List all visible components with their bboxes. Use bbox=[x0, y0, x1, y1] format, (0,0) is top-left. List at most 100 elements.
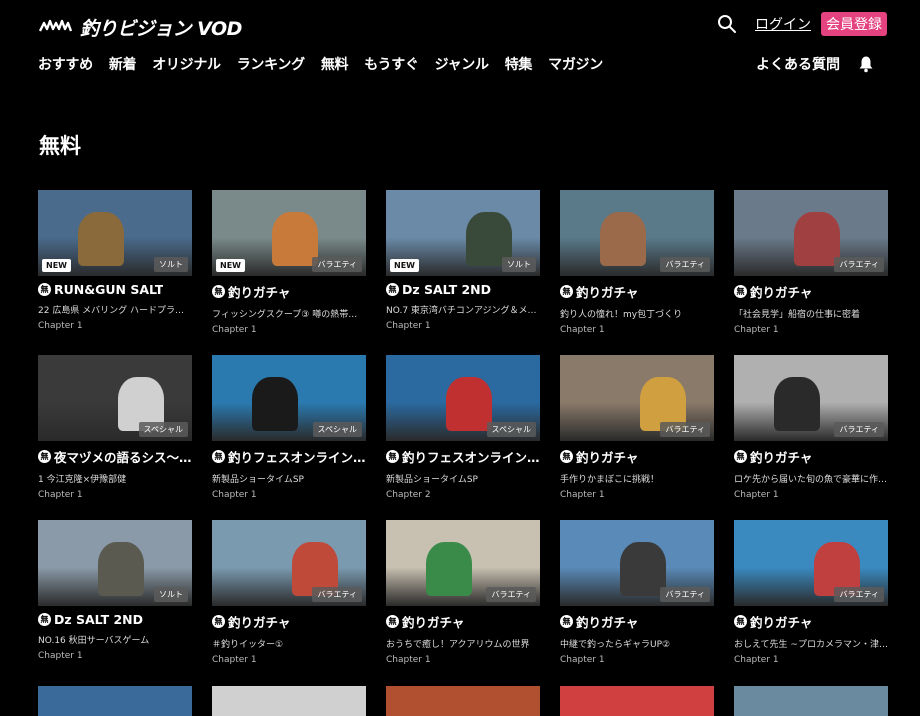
nav-item-genre[interactable]: ジャンル bbox=[435, 54, 489, 74]
genre-badge: バラエティ bbox=[312, 587, 362, 602]
thumbnail-figure bbox=[426, 542, 472, 596]
video-thumbnail[interactable]: バラエティ bbox=[560, 190, 714, 276]
video-card[interactable]: スペシャル 無 釣りフェスオンライン… 新製品ショータイムSP Chapter … bbox=[212, 355, 366, 520]
card-title[interactable]: 釣りガチャ bbox=[576, 282, 638, 301]
genre-badge: バラエティ bbox=[834, 422, 884, 437]
video-thumbnail[interactable]: バラエティ bbox=[212, 520, 366, 606]
free-icon: 無 bbox=[560, 615, 573, 628]
video-card-partial[interactable] bbox=[734, 686, 888, 716]
card-title[interactable]: Dz SALT 2ND bbox=[402, 282, 491, 297]
nav-item-original[interactable]: オリジナル bbox=[152, 54, 221, 74]
video-thumbnail[interactable]: スペシャル bbox=[386, 355, 540, 441]
card-title[interactable]: 釣りガチャ bbox=[228, 612, 290, 631]
card-title[interactable]: 釣りガチャ bbox=[576, 612, 638, 631]
video-thumbnail[interactable]: バラエティ bbox=[734, 355, 888, 441]
video-thumbnail[interactable]: ソルト bbox=[38, 520, 192, 606]
video-card[interactable]: NEW バラエティ 無 釣りガチャ フィッシングスクープ③ 噂の熱帯魚… Cha… bbox=[212, 190, 366, 355]
video-card[interactable]: バラエティ 無 釣りガチャ おしえて先生 ~プロカメラマン・津… Chapter… bbox=[734, 520, 888, 685]
video-card-partial[interactable] bbox=[560, 686, 714, 716]
card-title[interactable]: 夜マヅメの語るシス〜… bbox=[54, 447, 192, 466]
logo-text: 釣りビジョン VOD bbox=[80, 17, 242, 40]
card-chapter: Chapter 1 bbox=[38, 490, 83, 500]
genre-badge: バラエティ bbox=[660, 257, 710, 272]
login-link[interactable]: ログイン bbox=[755, 14, 811, 34]
thumbnail-figure bbox=[620, 542, 666, 596]
video-thumbnail[interactable]: スペシャル bbox=[212, 355, 366, 441]
card-title[interactable]: 釣りガチャ bbox=[750, 447, 812, 466]
card-title[interactable]: 釣りガチャ bbox=[750, 282, 812, 301]
card-subtitle: 中継で釣ったらギャラUP② bbox=[560, 640, 671, 650]
nav-item-magazine[interactable]: マガジン bbox=[548, 54, 603, 74]
card-title-row: 無 釣りガチャ bbox=[734, 282, 888, 301]
card-title[interactable]: 釣りガチャ bbox=[402, 612, 464, 631]
thumbnail-figure bbox=[774, 377, 820, 431]
video-card[interactable]: バラエティ 無 釣りガチャ おうちで癒し！アクアリウムの世界 Chapter 1 bbox=[386, 520, 540, 685]
video-card[interactable]: バラエティ 無 釣りガチャ 中継で釣ったらギャラUP② Chapter 1 bbox=[560, 520, 714, 685]
video-card[interactable]: バラエティ 無 釣りガチャ 釣り人の憧れ！my包丁づくり Chapter 1 bbox=[560, 190, 714, 355]
genre-badge: バラエティ bbox=[660, 587, 710, 602]
card-title-row: 無 釣りガチャ bbox=[560, 447, 714, 466]
card-title[interactable]: 釣りフェスオンライン… bbox=[402, 447, 540, 466]
card-title[interactable]: Dz SALT 2ND bbox=[54, 612, 143, 627]
video-thumbnail[interactable]: NEW ソルト bbox=[38, 190, 192, 276]
video-card[interactable]: スペシャル 無 夜マヅメの語るシス〜… 1 今江克隆×伊豫部健 Chapter … bbox=[38, 355, 192, 520]
card-title-row: 無 釣りガチャ bbox=[734, 447, 888, 466]
video-card[interactable]: バラエティ 無 釣りガチャ ロケ先から届いた旬の魚で豪華に作… Chapter … bbox=[734, 355, 888, 520]
free-icon: 無 bbox=[386, 283, 399, 296]
card-title[interactable]: 釣りガチャ bbox=[228, 282, 290, 301]
nav-item-recommended[interactable]: おすすめ bbox=[38, 54, 93, 74]
video-thumbnail[interactable]: NEW ソルト bbox=[386, 190, 540, 276]
free-icon: 無 bbox=[212, 450, 225, 463]
video-thumbnail[interactable]: バラエティ bbox=[560, 355, 714, 441]
card-title[interactable]: 釣りフェスオンライン… bbox=[228, 447, 366, 466]
genre-badge: スペシャル bbox=[486, 422, 536, 437]
nav-item-coming-soon[interactable]: もうすぐ bbox=[364, 54, 419, 74]
card-title-row: 無 釣りガチャ bbox=[212, 612, 366, 631]
video-thumbnail[interactable]: スペシャル bbox=[38, 355, 192, 441]
card-chapter: Chapter 2 bbox=[386, 490, 431, 500]
card-subtitle: 1 今江克隆×伊豫部健 bbox=[38, 475, 127, 485]
video-thumbnail[interactable]: バラエティ bbox=[734, 190, 888, 276]
video-card-partial[interactable] bbox=[212, 686, 366, 716]
video-card[interactable]: バラエティ 無 釣りガチャ 「社会見学」船宿の仕事に密着 Chapter 1 bbox=[734, 190, 888, 355]
logo[interactable]: 釣りビジョン VOD bbox=[38, 14, 242, 40]
video-thumbnail[interactable]: バラエティ bbox=[560, 520, 714, 606]
card-subtitle: 22 広島県 メバリング ハードプラ… bbox=[38, 306, 185, 316]
free-icon: 無 bbox=[386, 615, 399, 628]
bell-icon[interactable] bbox=[858, 55, 874, 73]
video-card[interactable]: スペシャル 無 釣りフェスオンライン… 新製品ショータイムSP Chapter … bbox=[386, 355, 540, 520]
video-card[interactable]: ソルト 無 Dz SALT 2ND NO.16 秋田サーバスゲーム Chapte… bbox=[38, 520, 192, 685]
card-chapter: Chapter 1 bbox=[734, 655, 779, 665]
card-title[interactable]: 釣りガチャ bbox=[750, 612, 812, 631]
card-subtitle: フィッシングスクープ③ 噂の熱帯魚… bbox=[212, 310, 366, 320]
video-card[interactable]: NEW ソルト 無 RUN&GUN SALT 22 広島県 メバリング ハードプ… bbox=[38, 190, 192, 355]
genre-badge: ソルト bbox=[502, 257, 536, 272]
nav-item-free[interactable]: 無料 bbox=[321, 54, 349, 74]
free-icon: 無 bbox=[38, 450, 51, 463]
video-card[interactable]: NEW ソルト 無 Dz SALT 2ND NO.7 東京湾バチコンアジング＆メ… bbox=[386, 190, 540, 355]
nav-item-ranking[interactable]: ランキング bbox=[237, 54, 305, 74]
video-thumbnail[interactable]: バラエティ bbox=[386, 520, 540, 606]
card-chapter: Chapter 1 bbox=[38, 321, 83, 331]
video-thumbnail[interactable]: NEW バラエティ bbox=[212, 190, 366, 276]
video-thumbnail[interactable]: バラエティ bbox=[734, 520, 888, 606]
signup-button[interactable]: 会員登録 bbox=[821, 12, 887, 36]
header-actions: ログイン 会員登録 bbox=[717, 12, 887, 36]
video-card[interactable]: バラエティ 無 釣りガチャ 手作りかまぼこに挑戦！ Chapter 1 bbox=[560, 355, 714, 520]
search-icon[interactable] bbox=[717, 14, 737, 34]
faq-link[interactable]: よくある質問 bbox=[756, 54, 840, 74]
nav-item-feature[interactable]: 特集 bbox=[505, 54, 533, 74]
card-chapter: Chapter 1 bbox=[560, 490, 605, 500]
free-icon: 無 bbox=[212, 615, 225, 628]
card-subtitle: ロケ先から届いた旬の魚で豪華に作… bbox=[734, 475, 888, 485]
video-card-partial[interactable] bbox=[386, 686, 540, 716]
video-card[interactable]: バラエティ 無 釣りガチャ ＃釣りイッター① Chapter 1 bbox=[212, 520, 366, 685]
nav-item-new[interactable]: 新着 bbox=[109, 54, 137, 74]
card-title[interactable]: RUN&GUN SALT bbox=[54, 282, 163, 297]
logo-mark-icon bbox=[38, 19, 73, 32]
card-title[interactable]: 釣りガチャ bbox=[576, 447, 638, 466]
genre-badge: スペシャル bbox=[312, 422, 362, 437]
free-icon: 無 bbox=[734, 285, 747, 298]
card-chapter: Chapter 1 bbox=[734, 325, 779, 335]
video-card-partial[interactable] bbox=[38, 686, 192, 716]
